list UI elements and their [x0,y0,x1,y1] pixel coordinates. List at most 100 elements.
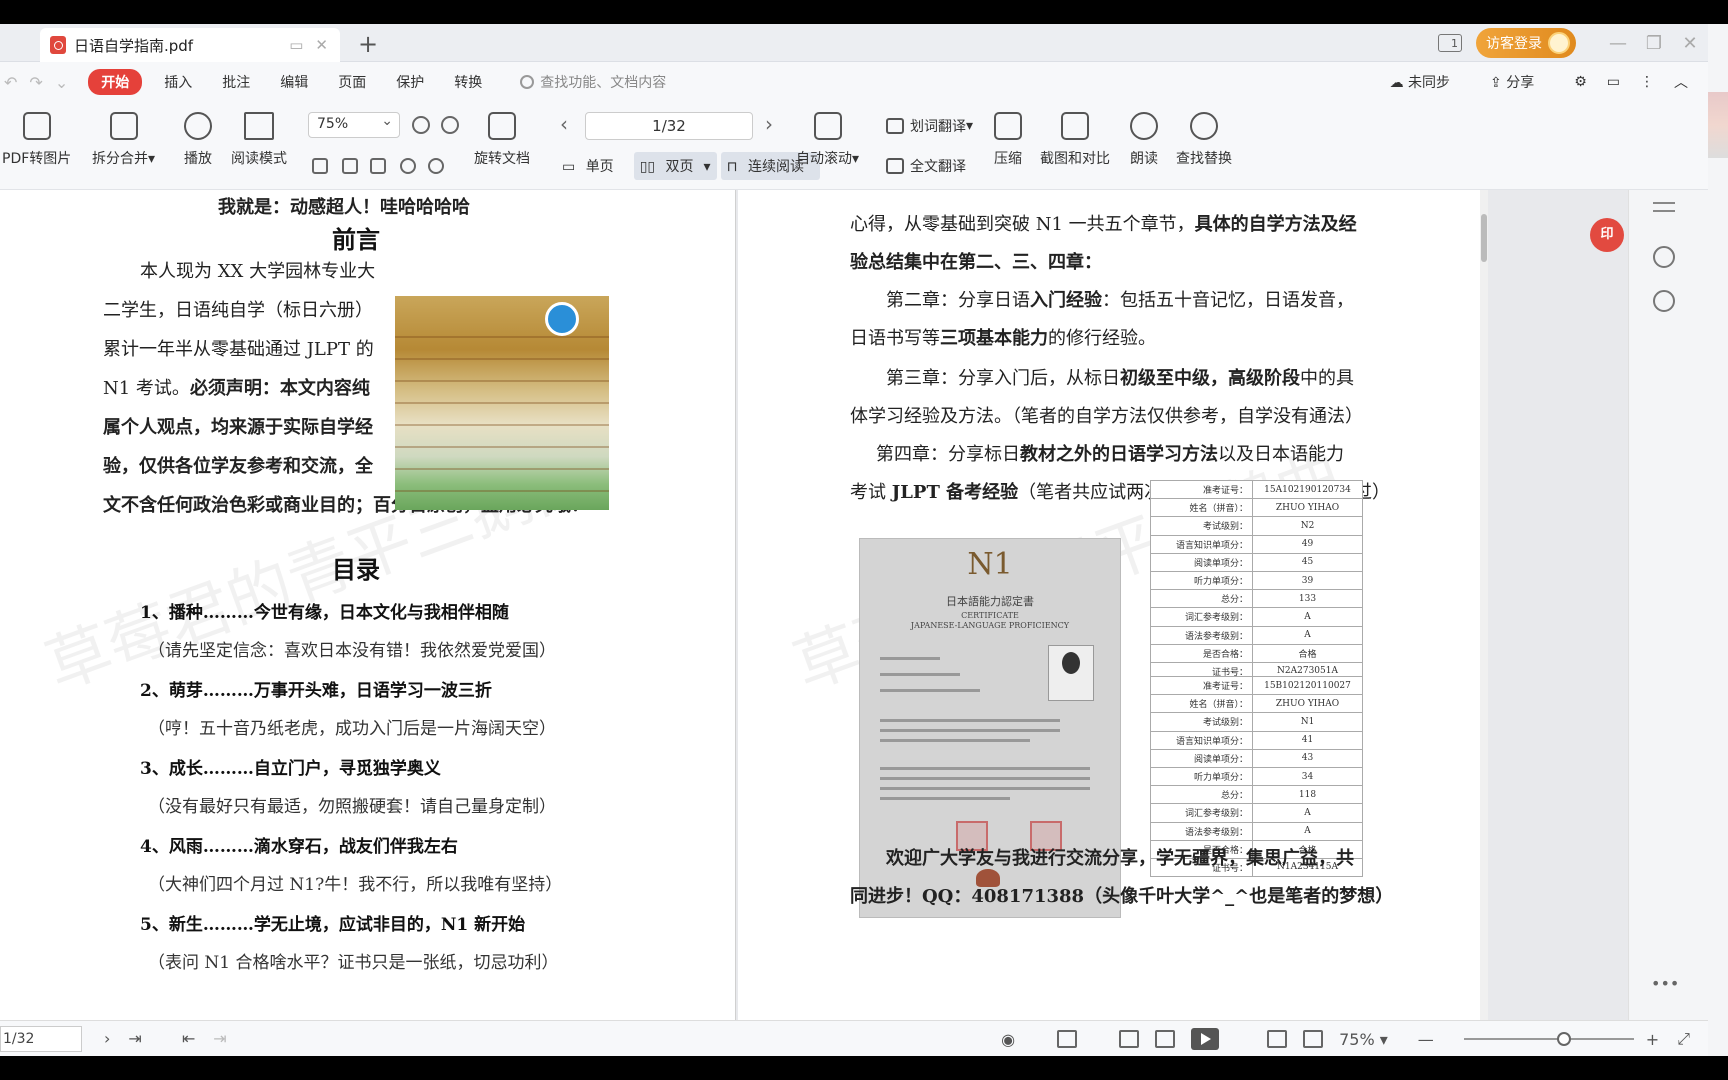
zoom-out-icon[interactable]: — [1418,1030,1434,1049]
function-search[interactable]: 查找功能、文档内容 [520,72,666,92]
zoom-slider-knob[interactable] [1557,1032,1572,1046]
double-page-button[interactable]: ▯▯ 双页 ▾ [633,152,717,180]
share-button[interactable]: ⇪ 分享 [1490,72,1554,92]
new-tab-button[interactable]: + [358,30,378,58]
fit-page-icon[interactable] [342,158,358,174]
toc-item: 4、风雨………滴水穿石，战友们伴我左右 [140,837,458,857]
more-icon[interactable]: ⋮ [1640,74,1654,90]
continuous-view-icon[interactable] [1057,1030,1078,1048]
table-row: 语言知识单项分： 41 [1150,730,1363,750]
menu-insert[interactable]: 插入 [164,72,192,92]
actual-size-icon[interactable] [312,158,328,174]
menu-page[interactable]: 页面 [338,72,366,92]
single-view-icon[interactable] [1119,1030,1140,1048]
preface-title: 前言 [332,225,380,254]
score-value: 15B102120110027 [1252,675,1363,696]
scrollbar-thumb[interactable] [1481,214,1487,262]
score-value: N1 [1252,712,1363,732]
status-page-input[interactable]: 1/32 [0,1025,82,1052]
actual-size-icon[interactable] [1267,1030,1288,1048]
vertical-scrollbar[interactable] [1480,190,1488,1020]
fit-page-icon[interactable] [1303,1030,1324,1048]
quick-access-dropdown-icon[interactable]: ⌄ [55,73,68,92]
forward-icon[interactable]: ⇥ [213,1029,226,1048]
word-translate-button[interactable]: 划词翻译 ▾ [886,116,973,136]
panel-menu-icon[interactable] [1653,202,1675,212]
next-page-icon[interactable]: › [104,1029,110,1048]
next-page-icon[interactable]: › [765,112,773,136]
compress-icon [994,112,1022,140]
menu-edit[interactable]: 编辑 [280,72,308,92]
menu-protect[interactable]: 保护 [396,72,424,92]
undo-icon[interactable]: ↶ [4,73,17,92]
toc-item: 3、成长………自立门户，寻觅独学奥义 [140,759,441,779]
rotate-document-button[interactable]: 旋转文档 [474,112,530,168]
split-merge-button[interactable]: 拆分合并▾ [92,112,155,168]
pdf-to-image-button[interactable]: PDF转图片 [2,112,71,168]
help-icon[interactable] [1653,290,1675,312]
zoom-in-icon[interactable] [441,116,459,134]
sync-status[interactable]: ☁ 未同步 [1390,72,1470,92]
score-label: 语言知识单项分： [1150,534,1253,554]
restore-icon[interactable]: ❐ [1636,33,1672,54]
close-tab-icon[interactable]: ✕ [315,36,328,54]
zoom-slider[interactable] [1463,1032,1634,1046]
text-bold: 入门经验 [1030,290,1102,311]
menu-start[interactable]: 开始 [88,69,143,95]
full-translate-button[interactable]: 全文翻译 [886,156,966,176]
minimize-icon[interactable]: — [1600,33,1636,54]
pin-window-icon[interactable]: ▭ [289,36,303,54]
find-replace-button[interactable]: 查找替换 [1176,112,1232,168]
last-page-icon[interactable]: ⇥ [128,1029,141,1048]
fullscreen-icon[interactable]: ⤢ [1677,1029,1690,1049]
rotate-document-icon [488,112,516,140]
menu-annotate[interactable]: 批注 [222,72,250,92]
document-viewport[interactable]: 草莓君的青平三鹅曲 我就是：动感超人！哇哈哈哈哈 前言 本人现为 XX 大学园林… [0,190,1628,1020]
single-page-button[interactable]: ▭ 单页 [556,152,630,180]
score-value: 49 [1252,534,1363,554]
more-options-icon[interactable]: ••• [1651,974,1679,993]
stamp-icon[interactable]: 印 [1590,218,1624,252]
search-text-icon[interactable] [1653,246,1675,268]
slideshow-icon[interactable] [1191,1028,1220,1050]
score-label: 阅读单项分： [1150,748,1253,768]
tab-bar: 日语自学指南.pdf ▭ ✕ + 1 访客登录 — ❐ ✕ [0,24,1708,62]
collapse-ribbon-icon[interactable]: ︿ [1674,72,1688,92]
preface-line: 累计一年半从零基础通过 JLPT 的 [103,339,374,360]
prev-page-icon[interactable]: ‹ [560,112,568,136]
redo-icon[interactable]: ↷ [29,73,42,92]
visitor-login-button[interactable]: 访客登录 [1476,28,1576,58]
score-label: 听力单项分： [1150,570,1253,591]
zoom-out-icon[interactable] [412,116,430,134]
zoom-in-icon[interactable]: + [1646,1030,1659,1049]
rotate-left-icon[interactable] [400,158,416,174]
eye-protection-icon[interactable]: ◉ [1001,1030,1015,1049]
double-view-icon[interactable] [1155,1030,1176,1048]
books-photo [395,296,609,510]
document-tab[interactable]: 日语自学指南.pdf ▭ ✕ [40,28,340,62]
close-window-icon[interactable]: ✕ [1672,33,1708,54]
play-button[interactable]: 播放 [184,112,212,168]
chapter3-line: 体学习经验及方法。（笔者的自学方法仅供参考，自学没有通法） [850,406,1363,427]
auto-scroll-button[interactable]: 自动滚动▾ [796,112,859,168]
chapter2-line: 第二章：分享日语入门经验：包括五十音记忆，日语发音， [886,286,1354,312]
comment-icon[interactable]: ▭ [1607,74,1620,90]
back-icon[interactable]: ⇤ [182,1029,195,1048]
rotate-right-icon[interactable] [428,158,444,174]
zoom-level-text: 75% [1339,1029,1375,1049]
page-number-input[interactable]: 1/32 [585,112,753,140]
fit-width-icon[interactable] [370,158,386,174]
settings-icon[interactable]: ⚙ [1574,74,1587,90]
play-label: 播放 [184,151,212,167]
read-mode-button[interactable]: 阅读模式 [231,112,287,168]
screenshot-compare-button[interactable]: 截图和对比 [1040,112,1110,168]
read-aloud-button[interactable]: 朗读 [1130,112,1158,168]
pdf-page-left: 草莓君的青平三鹅曲 我就是：动感超人！哇哈哈哈哈 前言 本人现为 XX 大学园林… [0,190,736,1020]
preface-line: 二学生，日语纯自学（标日六册） [103,300,373,321]
zoom-level[interactable]: 75% ▾ [1339,1030,1388,1049]
page-count-icon[interactable]: 1 [1438,34,1462,52]
menu-convert[interactable]: 转换 [454,72,482,92]
zoom-select[interactable]: 75% [308,112,400,138]
toc-item: 1、播种………今世有缘，日本文化与我相伴相随 [140,603,509,623]
compress-button[interactable]: 压缩 [994,112,1022,168]
